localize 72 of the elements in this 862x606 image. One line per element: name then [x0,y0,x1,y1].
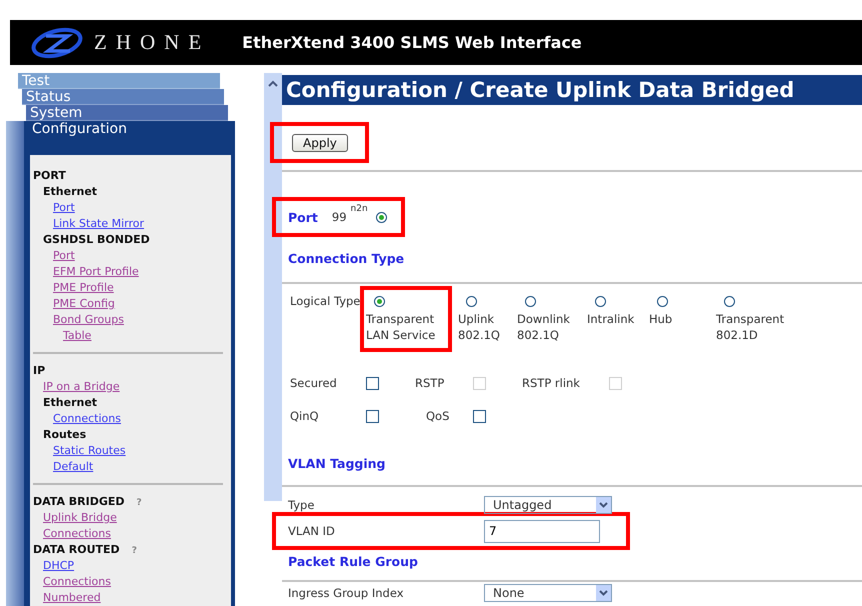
section-heading: Connection Type [287,251,406,267]
chevron-down-icon [599,502,608,508]
radio-button[interactable] [724,296,735,307]
nav-tab[interactable]: Test [18,73,220,89]
menu-link[interactable]: EFM Port Profile [53,265,139,278]
option-label: Downlink 802.1Q [517,311,571,343]
radio-button[interactable] [595,296,606,307]
radio-button[interactable] [657,296,668,307]
app-title: EtherXtend 3400 SLMS Web Interface [242,33,582,52]
radio-button[interactable] [525,296,536,307]
chevron-down-icon [599,590,608,596]
menu-heading: Routes [43,428,86,441]
vlan-id-field[interactable]: 7 [484,520,600,542]
menu-link[interactable]: Uplink Bridge [43,511,117,524]
port-superscript: n2n [350,204,368,214]
checkbox-label: RSTP rlink [522,376,581,390]
menu-link[interactable]: Link State Mirror [53,217,144,230]
field-label: VLAN ID [288,524,336,538]
option-label: Transparent 802.1D [716,311,786,343]
menu-link[interactable]: DHCP [43,559,74,572]
checkbox[interactable] [473,410,486,422]
menu-heading: GSHDSL BONDED [43,233,150,246]
menu-heading: DATA ROUTED [33,543,120,556]
menu-link[interactable]: Connections [43,527,111,540]
field-label: Type [288,498,316,512]
menu-link[interactable]: Static Routes [53,444,126,457]
checkbox-label: RSTP [415,376,446,390]
checkbox[interactable] [366,410,379,422]
menu-link[interactable]: Numbered [43,591,101,604]
menu-heading: IP [33,364,46,377]
checkbox-label: QinQ [290,409,320,423]
radio-button[interactable] [374,296,385,307]
option-label: Uplink 802.1Q [458,311,501,343]
scrollbar[interactable] [264,73,282,501]
menu-link[interactable]: IP on a Bridge [43,380,120,393]
field-label: Logical Type [290,294,362,308]
radio-button[interactable] [376,212,387,222]
help-icon[interactable]: ? [132,546,137,556]
nav-tab[interactable]: System [26,105,228,121]
port-label: Port [288,210,318,224]
menu-link[interactable]: Table [63,329,92,342]
option-label: Intralink [587,311,634,327]
checkbox-label: Secured [290,376,338,390]
logo-icon [30,26,84,58]
menu-link[interactable]: Connections [43,575,111,588]
menu-heading: DATA BRIDGED [33,495,125,508]
dropdown[interactable]: Untagged [484,496,612,514]
menu-link[interactable]: PME Profile [53,281,114,294]
nav-tab[interactable]: Status [22,89,224,105]
menu-link[interactable]: PME Config [53,297,115,310]
option-label: Transparent LAN Service [366,311,436,343]
dropdown[interactable]: None [484,584,612,602]
section-heading: Packet Rule Group [287,554,419,570]
page-title: Configuration / Create Uplink Data Bridged [282,75,862,105]
option-label: Hub [649,311,672,327]
menu-heading: Ethernet [43,396,98,409]
logo-text: ZHONE [94,30,210,55]
menu-heading: Ethernet [43,185,98,198]
checkbox-label: QoS [426,409,450,423]
menu-link[interactable]: Default [53,460,94,473]
field-label: Ingress Group Index [288,586,404,600]
menu-heading: PORT [33,169,66,182]
menu-link[interactable]: Connections [53,412,121,425]
menu-link[interactable]: Bond Groups [53,313,124,326]
checkbox[interactable] [366,376,379,390]
menu-link[interactable]: Port [53,201,75,214]
apply-button[interactable]: Apply [292,134,348,152]
help-icon[interactable]: ? [136,498,142,508]
radio-button[interactable] [466,296,477,307]
menu-link[interactable]: Port [53,249,75,262]
port-value: 99 [332,210,347,224]
section-heading: VLAN Tagging [287,456,387,472]
